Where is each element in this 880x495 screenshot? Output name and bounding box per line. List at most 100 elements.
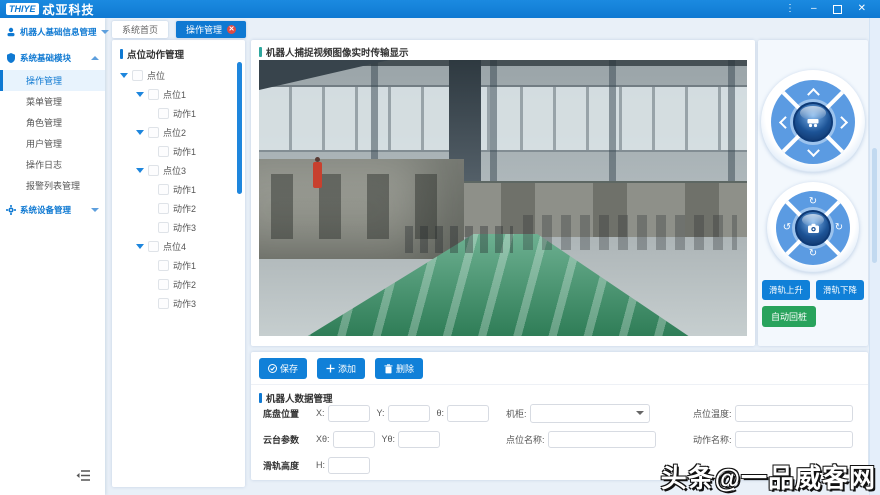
point-name-label: 点位名称:: [506, 434, 545, 445]
tab-bar: 系统首页 操作管理 ✕: [112, 21, 247, 38]
gimbal-pan-left-button[interactable]: ↺: [780, 221, 794, 235]
camera-icon: [807, 223, 819, 233]
ytheta-field[interactable]: [398, 430, 441, 448]
cabinet-row: 机柜:: [499, 403, 650, 423]
tree-node-label: 动作2: [173, 204, 197, 214]
h-label: H:: [316, 460, 325, 470]
checkbox[interactable]: [158, 222, 169, 233]
chassis-right-button[interactable]: [834, 115, 851, 129]
caret-down-icon[interactable]: [136, 92, 144, 97]
action-name-field[interactable]: [734, 430, 853, 448]
tree-node-root[interactable]: 点位: [112, 66, 245, 85]
tab-close-icon[interactable]: ✕: [227, 25, 237, 34]
x-field[interactable]: [327, 404, 370, 422]
page-scrollbar[interactable]: [869, 18, 880, 495]
chassis-left-button[interactable]: [775, 115, 792, 129]
watermark: 头条@一品威客网: [660, 463, 876, 493]
tree-node-point3[interactable]: 点位3: [112, 161, 245, 180]
sidebar-group-system-modules[interactable]: 系统基础模块: [0, 44, 105, 70]
sidebar-group-label: 系统基础模块: [20, 53, 72, 63]
chassis-center-button[interactable]: [793, 102, 833, 142]
maximize-icon[interactable]: [832, 4, 842, 14]
tab-system-home[interactable]: 系统首页: [112, 21, 169, 38]
checkbox[interactable]: [158, 184, 169, 195]
checkbox[interactable]: [158, 108, 169, 119]
xtheta-field[interactable]: [332, 430, 375, 448]
tab-operation-mgmt[interactable]: 操作管理 ✕: [176, 21, 247, 38]
point-name-field[interactable]: [547, 430, 656, 448]
sidebar-item-operation-log[interactable]: 操作日志: [0, 154, 105, 175]
sidebar-item-menu-mgmt[interactable]: 菜单管理: [0, 91, 105, 112]
delete-button[interactable]: 删除: [375, 358, 424, 379]
checkbox[interactable]: [148, 241, 159, 252]
caret-down-icon[interactable]: [136, 244, 144, 249]
tree-node-label: 动作2: [173, 280, 197, 290]
checkbox[interactable]: [158, 146, 169, 157]
gimbal-pan-right-button[interactable]: ↻: [832, 221, 846, 235]
trash-icon: [384, 363, 393, 373]
caret-down-icon[interactable]: [120, 73, 128, 78]
tree-node-action[interactable]: 动作1: [112, 180, 245, 199]
sidebar-item-operation-mgmt[interactable]: 操作管理: [0, 70, 105, 91]
tree-node-action[interactable]: 动作2: [112, 199, 245, 218]
checkbox[interactable]: [148, 127, 159, 138]
sidebar-group-label: 系统设备管理: [20, 205, 72, 215]
sidebar-group-device-mgmt[interactable]: 系统设备管理: [0, 196, 105, 222]
rail-down-button[interactable]: 滑轨下降: [816, 280, 864, 300]
tree-node-point2[interactable]: 点位2: [112, 123, 245, 142]
sidebar-item-alarm-list-mgmt[interactable]: 报警列表管理: [0, 175, 105, 196]
checkbox[interactable]: [132, 70, 143, 81]
chassis-down-button[interactable]: [806, 143, 820, 160]
checkbox[interactable]: [158, 298, 169, 309]
sidebar-group-robot-info[interactable]: 机器人基础信息管理: [0, 18, 109, 44]
auto-return-button[interactable]: 自动回桩: [762, 306, 817, 327]
sidebar-collapse-icon[interactable]: [76, 469, 91, 487]
theta-field[interactable]: [447, 404, 490, 422]
tree-node-action[interactable]: 动作1: [112, 142, 245, 161]
tree-node-label: 动作1: [173, 147, 197, 157]
point-temp-field[interactable]: [734, 404, 853, 422]
sidebar-item-role-mgmt[interactable]: 角色管理: [0, 112, 105, 133]
chassis-up-button[interactable]: [806, 84, 820, 101]
close-icon[interactable]: ✕: [858, 4, 866, 14]
add-button[interactable]: 添加: [317, 358, 366, 379]
cabinet-select[interactable]: [529, 403, 650, 423]
sidebar-item-user-mgmt[interactable]: 用户管理: [0, 133, 105, 154]
tree-node-action[interactable]: 动作3: [112, 218, 245, 237]
rail-up-button[interactable]: 滑轨上升: [762, 280, 810, 300]
y-field[interactable]: [387, 404, 430, 422]
plus-icon: [326, 364, 335, 373]
point-temp-label: 点位温度:: [693, 408, 732, 419]
caret-down-icon[interactable]: [136, 130, 144, 135]
check-circle-icon: [268, 364, 277, 373]
tree-node-action[interactable]: 动作3: [112, 294, 245, 313]
save-button[interactable]: 保存: [259, 358, 308, 379]
save-label: 保存: [280, 364, 299, 374]
minimize-icon[interactable]: –: [811, 4, 817, 14]
gimbal-tilt-up-button[interactable]: ↻: [806, 195, 820, 209]
gimbal-params-row: 云台参数 Xθ: Yθ:: [263, 430, 441, 448]
page-scrollbar-thumb[interactable]: [872, 148, 877, 263]
tree-node-point4[interactable]: 点位4: [112, 237, 245, 256]
more-icon[interactable]: ⋮: [785, 4, 795, 14]
tree-node-point1[interactable]: 点位1: [112, 85, 245, 104]
checkbox[interactable]: [158, 203, 169, 214]
checkbox[interactable]: [148, 165, 159, 176]
tree-node-action[interactable]: 动作1: [112, 256, 245, 275]
h-field[interactable]: [328, 456, 370, 474]
theta-label: θ:: [436, 408, 445, 418]
point-temp-row: 点位温度:: [686, 404, 853, 422]
tree-node-action[interactable]: 动作2: [112, 275, 245, 294]
checkbox[interactable]: [158, 279, 169, 290]
ytheta-label: Yθ:: [381, 434, 396, 444]
gimbal-tilt-down-button[interactable]: ↻: [806, 247, 820, 261]
gimbal-center-button[interactable]: [795, 210, 831, 246]
tab-label: 操作管理: [186, 25, 223, 35]
titlebar: THIYE 忒亚科技 ⋮ – ✕: [0, 0, 880, 18]
checkbox[interactable]: [148, 89, 159, 100]
tree-scrollbar[interactable]: [237, 62, 242, 194]
xtheta-label: Xθ:: [316, 434, 330, 444]
tree-node-action[interactable]: 动作1: [112, 104, 245, 123]
checkbox[interactable]: [158, 260, 169, 271]
caret-down-icon[interactable]: [136, 168, 144, 173]
